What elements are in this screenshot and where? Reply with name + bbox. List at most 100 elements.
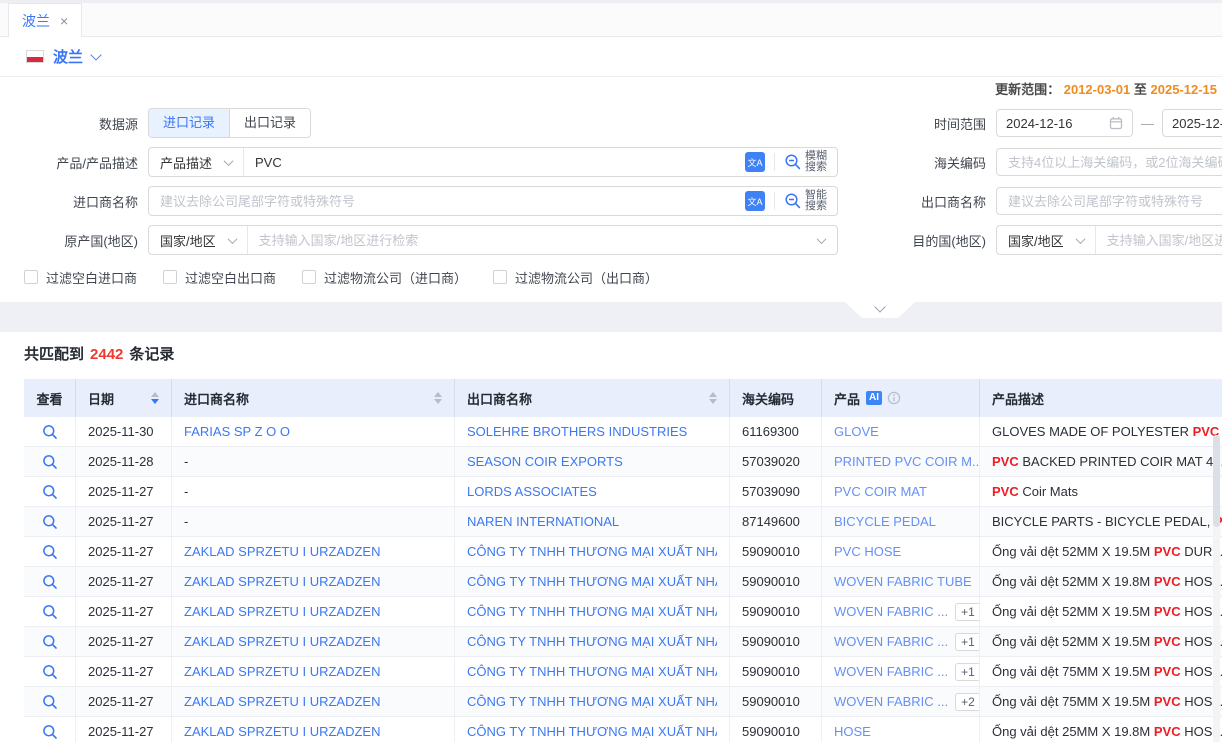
highlight-keyword: PVC <box>1154 664 1181 679</box>
search-minus-icon <box>784 192 802 210</box>
view-search-icon[interactable] <box>42 544 58 560</box>
view-search-icon[interactable] <box>42 634 58 650</box>
importer-link[interactable]: ZAKLAD SPRZETU I URZADZEN <box>184 604 380 619</box>
destination-type-select[interactable]: 国家/地区 <box>997 226 1096 254</box>
hs-code-cell: 59090010 <box>730 597 822 626</box>
ai-badge: AI <box>866 391 882 405</box>
fuzzy-search-button[interactable]: 模糊搜索 <box>784 151 837 173</box>
more-products-badge[interactable]: +1 <box>955 663 980 681</box>
checkbox-filter-blank-importer[interactable]: 过滤空白进口商 <box>24 268 137 287</box>
view-search-icon[interactable] <box>42 484 58 500</box>
highlight-keyword: PVC <box>1154 694 1181 709</box>
end-date-input[interactable] <box>1162 109 1222 137</box>
importer-name-input[interactable] <box>149 194 745 209</box>
exporter-link[interactable]: CÔNG TY TNHH THƯƠNG MẠI XUẤT NHẬP... <box>467 604 717 619</box>
sort-icon[interactable] <box>141 392 159 404</box>
view-search-icon[interactable] <box>42 514 58 530</box>
scrollbar-thumb[interactable] <box>1213 435 1220 527</box>
origin-type-select[interactable]: 国家/地区 <box>149 226 248 254</box>
importer-link[interactable]: ZAKLAD SPRZETU I URZADZEN <box>184 724 380 739</box>
importer-link[interactable]: ZAKLAD SPRZETU I URZADZEN <box>184 574 380 589</box>
view-search-icon[interactable] <box>42 664 58 680</box>
exporter-link[interactable]: SEASON COIR EXPORTS <box>467 454 623 469</box>
column-header-importer[interactable]: 进口商名称 <box>172 379 455 417</box>
view-search-icon[interactable] <box>42 424 58 440</box>
info-icon[interactable] <box>887 391 901 405</box>
checkbox-icon[interactable] <box>24 270 38 284</box>
more-products-badge[interactable]: +1 <box>955 603 980 621</box>
column-header-product: 产品 AI <box>822 379 980 417</box>
importer-link[interactable]: ZAKLAD SPRZETU I URZADZEN <box>184 664 380 679</box>
product-link[interactable]: PRINTED PVC COIR M... <box>834 454 980 469</box>
close-icon[interactable]: × <box>60 13 68 29</box>
import-records-button[interactable]: 进口记录 <box>149 109 229 137</box>
table-scrollbar[interactable] <box>1213 435 1220 742</box>
view-cell <box>24 417 76 446</box>
product-link[interactable]: WOVEN FABRIC ... <box>834 604 948 619</box>
exporter-link[interactable]: CÔNG TY TNHH THƯƠNG MẠI XUẤT NHẬP... <box>467 544 717 559</box>
column-header-exporter[interactable]: 出口商名称 <box>455 379 730 417</box>
translate-icon[interactable]: 文A <box>745 191 765 211</box>
product-field-select[interactable]: 产品描述 <box>149 148 244 176</box>
translate-icon[interactable]: 文A <box>745 152 765 172</box>
checkbox-filter-logistics-importer[interactable]: 过滤物流公司（进口商） <box>302 268 467 287</box>
data-source-toggle: 进口记录 出口记录 <box>148 108 311 138</box>
start-date-input[interactable] <box>996 109 1133 137</box>
exporter-link[interactable]: CÔNG TY TNHH THƯƠNG MẠI XUẤT NHẬP... <box>467 664 717 679</box>
sort-icon[interactable] <box>424 392 442 404</box>
exporter-link[interactable]: NAREN INTERNATIONAL <box>467 514 619 529</box>
collapse-filters-button[interactable] <box>845 302 915 318</box>
chevron-down-icon[interactable] <box>817 234 827 244</box>
date-cell: 2025-11-27 <box>76 627 172 656</box>
checkbox-icon[interactable] <box>302 270 316 284</box>
origin-country-input[interactable] <box>248 233 818 248</box>
product-link[interactable]: HOSE <box>834 724 871 739</box>
product-link[interactable]: WOVEN FABRIC ... <box>834 634 948 649</box>
checkbox-filter-logistics-exporter[interactable]: 过滤物流公司（出口商） <box>493 268 658 287</box>
view-search-icon[interactable] <box>42 454 58 470</box>
exporter-link[interactable]: SOLEHRE BROTHERS INDUSTRIES <box>467 424 687 439</box>
view-search-icon[interactable] <box>42 574 58 590</box>
importer-link[interactable]: ZAKLAD SPRZETU I URZADZEN <box>184 694 380 709</box>
tab-poland[interactable]: 波兰 × <box>8 3 82 37</box>
checkbox-icon[interactable] <box>493 270 507 284</box>
checkbox-filter-blank-exporter[interactable]: 过滤空白出口商 <box>163 268 276 287</box>
product-link[interactable]: WOVEN FABRIC ... <box>834 694 948 709</box>
importer-link[interactable]: ZAKLAD SPRZETU I URZADZEN <box>184 634 380 649</box>
description-cell: GLOVES MADE OF POLYESTER PVC C... <box>980 417 1222 446</box>
date-cell: 2025-11-27 <box>76 597 172 626</box>
exporter-link[interactable]: CÔNG TY TNHH THƯƠNG MẠI XUẤT NHẬP... <box>467 634 717 649</box>
product-search-input[interactable] <box>244 155 745 170</box>
more-products-badge[interactable]: +1 <box>955 633 980 651</box>
chevron-down-icon[interactable] <box>90 49 101 60</box>
column-header-date[interactable]: 日期 <box>76 379 172 417</box>
sort-icon[interactable] <box>699 392 717 404</box>
view-search-icon[interactable] <box>42 724 58 740</box>
importer-link[interactable]: ZAKLAD SPRZETU I URZADZEN <box>184 544 380 559</box>
smart-search-button[interactable]: 智能搜索 <box>784 190 837 212</box>
table-body: 2025-11-30 FARIAS SP Z O O SOLEHRE BROTH… <box>24 417 1222 742</box>
exporter-link[interactable]: CÔNG TY TNHH THƯƠNG MẠI XUẤT NHẬP... <box>467 574 717 589</box>
exporter-link[interactable]: CÔNG TY TNHH THƯƠNG MẠI XUẤT NHẬP... <box>467 724 717 739</box>
product-link[interactable]: WOVEN FABRIC ... <box>834 664 948 679</box>
export-records-button[interactable]: 出口记录 <box>229 109 310 137</box>
exporter-link[interactable]: LORDS ASSOCIATES <box>467 484 597 499</box>
checkbox-icon[interactable] <box>163 270 177 284</box>
destination-country-input[interactable] <box>1096 233 1222 248</box>
exporter-link[interactable]: CÔNG TY TNHH THƯƠNG MẠI XUẤT NHẬP... <box>467 694 717 709</box>
importer-link[interactable]: FARIAS SP Z O O <box>184 424 290 439</box>
poland-flag-icon <box>26 50 44 63</box>
product-link[interactable]: WOVEN FABRIC TUBE <box>834 574 972 589</box>
view-search-icon[interactable] <box>42 694 58 710</box>
product-link[interactable]: PVC HOSE <box>834 544 901 559</box>
more-products-badge[interactable]: +2 <box>955 693 980 711</box>
update-range-mid: 至 <box>1134 82 1147 97</box>
product-link[interactable]: GLOVE <box>834 424 879 439</box>
filter-row-3: 进口商名称 文A 智能搜索 出口商名称 <box>0 186 1222 216</box>
product-link[interactable]: PVC COIR MAT <box>834 484 927 499</box>
country-title[interactable]: 波兰 <box>53 46 83 67</box>
exporter-name-input[interactable] <box>996 187 1222 215</box>
view-search-icon[interactable] <box>42 604 58 620</box>
product-link[interactable]: BICYCLE PEDAL <box>834 514 936 529</box>
hs-code-input[interactable] <box>996 148 1222 176</box>
